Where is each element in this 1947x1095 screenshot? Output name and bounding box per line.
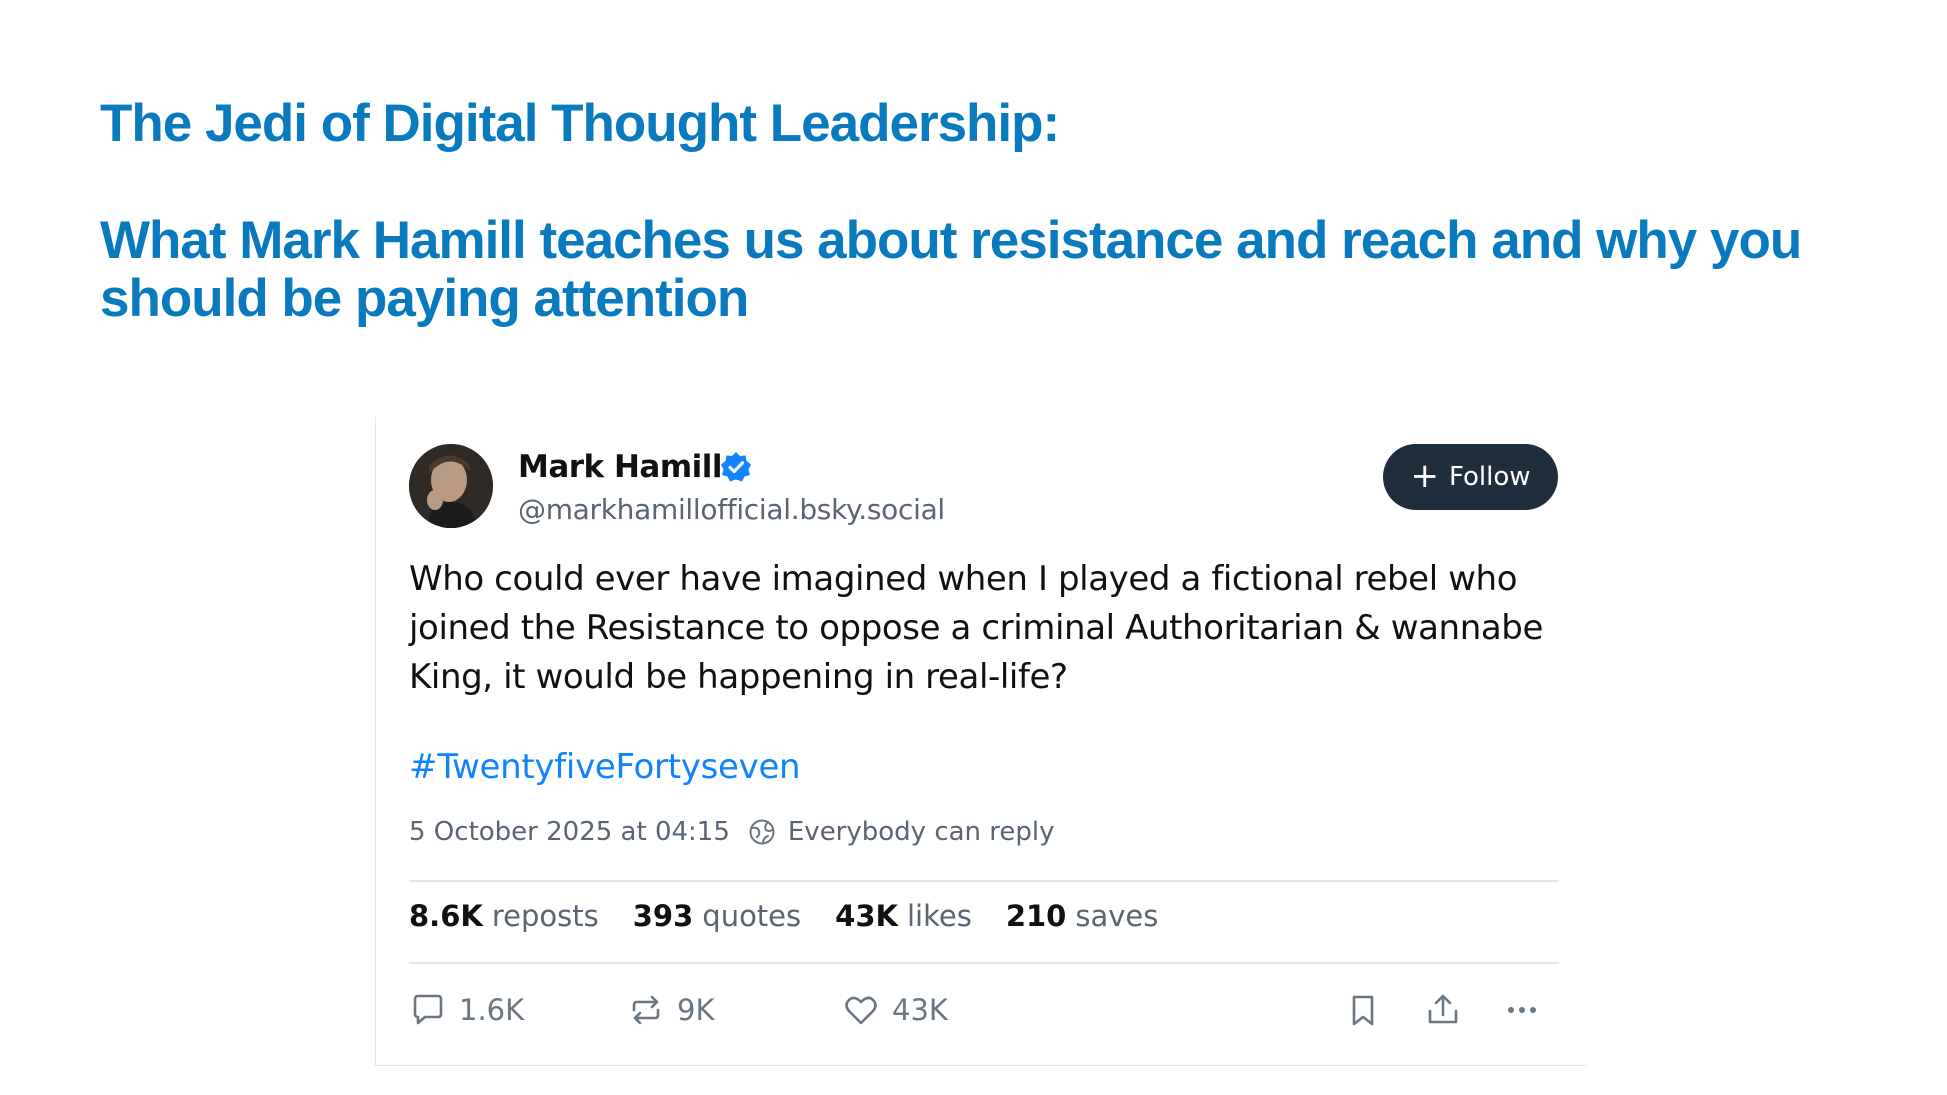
- stat-reposts[interactable]: 8.6K reposts: [409, 899, 599, 933]
- more-options-button[interactable]: [1503, 991, 1541, 1029]
- author-handle[interactable]: @markhamillofficial.bsky.social: [518, 493, 945, 526]
- verified-badge-icon: [721, 452, 751, 482]
- reply-button[interactable]: 1.6K: [409, 991, 524, 1029]
- bookmark-button[interactable]: [1344, 991, 1382, 1029]
- heart-icon: [845, 996, 877, 1025]
- post-timestamp[interactable]: 5 October 2025 at 04:15: [409, 817, 730, 847]
- reply-count: 1.6K: [459, 993, 525, 1027]
- divider: [409, 962, 1559, 964]
- repost-icon: [632, 995, 660, 1025]
- slide-subtitle: What Mark Hamill teaches us about resist…: [100, 211, 1802, 328]
- like-count: 43K: [892, 993, 948, 1027]
- stat-likes[interactable]: 43K likes: [835, 899, 972, 933]
- slide-title: The Jedi of Digital Thought Leadership:: [100, 94, 1060, 153]
- more-icon: [1508, 1007, 1536, 1013]
- share-button[interactable]: [1424, 991, 1462, 1029]
- share-icon: [1428, 994, 1458, 1024]
- reply-setting: Everybody can reply: [787, 817, 1055, 847]
- reply-icon: [413, 994, 443, 1025]
- like-button[interactable]: 43K: [842, 991, 948, 1029]
- stat-saves[interactable]: 210 saves: [1006, 899, 1159, 933]
- plus-icon: +: [1410, 455, 1439, 496]
- post-meta: 5 October 2025 at 04:15 Everybody can re…: [409, 817, 1055, 847]
- repost-button[interactable]: 9K: [627, 991, 714, 1029]
- follow-button-label: Follow: [1448, 462, 1531, 492]
- stat-quotes[interactable]: 393 quotes: [633, 899, 801, 933]
- author-name[interactable]: Mark Hamill: [518, 449, 723, 485]
- post-text: Who could ever have imagined when I play…: [409, 559, 1543, 697]
- globe-icon: [749, 819, 775, 845]
- avatar[interactable]: [409, 444, 493, 528]
- bookmark-icon: [1352, 995, 1374, 1026]
- social-post-card: Mark Hamill @markhamillofficial.bsky.soc…: [375, 417, 1586, 1066]
- follow-button[interactable]: + Follow: [1383, 444, 1558, 510]
- post-actions: 1.6K 9K 43K: [409, 991, 1559, 1037]
- divider: [409, 880, 1559, 882]
- hashtag-link[interactable]: #TwentyfiveFortyseven: [409, 747, 801, 787]
- repost-count: 9K: [677, 993, 715, 1027]
- post-stats: 8.6K reposts 393 quotes 43K likes 210 saves: [409, 899, 1192, 933]
